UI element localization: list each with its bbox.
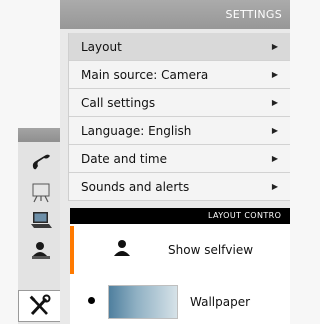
menu-item-label: Sounds and alerts <box>81 180 190 194</box>
chevron-right-icon: ▶ <box>271 42 278 51</box>
layout-control-panel: LAYOUT CONTRO Show selfview Wallpaper <box>70 208 290 324</box>
toolbar-header <box>18 128 62 142</box>
contacts-icon[interactable] <box>26 238 56 262</box>
laptop-icon[interactable] <box>26 208 56 232</box>
tools-icon[interactable] <box>18 290 62 322</box>
wallpaper-option[interactable]: Wallpaper <box>70 280 290 324</box>
settings-title: SETTINGS <box>225 8 282 21</box>
menu-item-language[interactable]: Language: English ▶ <box>69 117 290 145</box>
person-icon <box>94 234 150 262</box>
menu-item-layout[interactable]: Layout ▶ <box>69 33 290 61</box>
chevron-right-icon: ▶ <box>271 126 278 135</box>
selected-radio-indicator <box>88 297 95 304</box>
presentation-icon[interactable] <box>26 180 56 204</box>
chevron-right-icon: ▶ <box>271 70 278 79</box>
menu-item-date-time[interactable]: Date and time ▶ <box>69 145 290 173</box>
menu-item-label: Main source: Camera <box>81 68 209 82</box>
wallpaper-label: Wallpaper <box>190 295 251 309</box>
chevron-right-icon: ▶ <box>271 182 278 191</box>
menu-item-main-source[interactable]: Main source: Camera ▶ <box>69 61 290 89</box>
layout-control-header: LAYOUT CONTRO <box>70 208 290 224</box>
chevron-right-icon: ▶ <box>271 154 278 163</box>
menu-item-call-settings[interactable]: Call settings ▶ <box>69 89 290 117</box>
settings-header: SETTINGS <box>60 0 290 29</box>
show-selfview-option[interactable]: Show selfview <box>70 226 290 274</box>
menu-item-label: Date and time <box>81 152 167 166</box>
chevron-right-icon: ▶ <box>271 98 278 107</box>
menu-item-sounds-alerts[interactable]: Sounds and alerts ▶ <box>69 173 290 201</box>
settings-menu: Layout ▶ Main source: Camera ▶ Call sett… <box>68 33 290 201</box>
main-toolbar <box>18 128 62 324</box>
menu-item-label: Layout <box>81 40 122 54</box>
menu-item-label: Language: English <box>81 124 192 138</box>
phone-icon[interactable] <box>26 150 56 174</box>
layout-control-title: LAYOUT CONTRO <box>208 211 282 220</box>
menu-item-label: Call settings <box>81 96 156 110</box>
show-selfview-label: Show selfview <box>168 243 254 257</box>
wallpaper-thumbnail <box>108 285 178 319</box>
